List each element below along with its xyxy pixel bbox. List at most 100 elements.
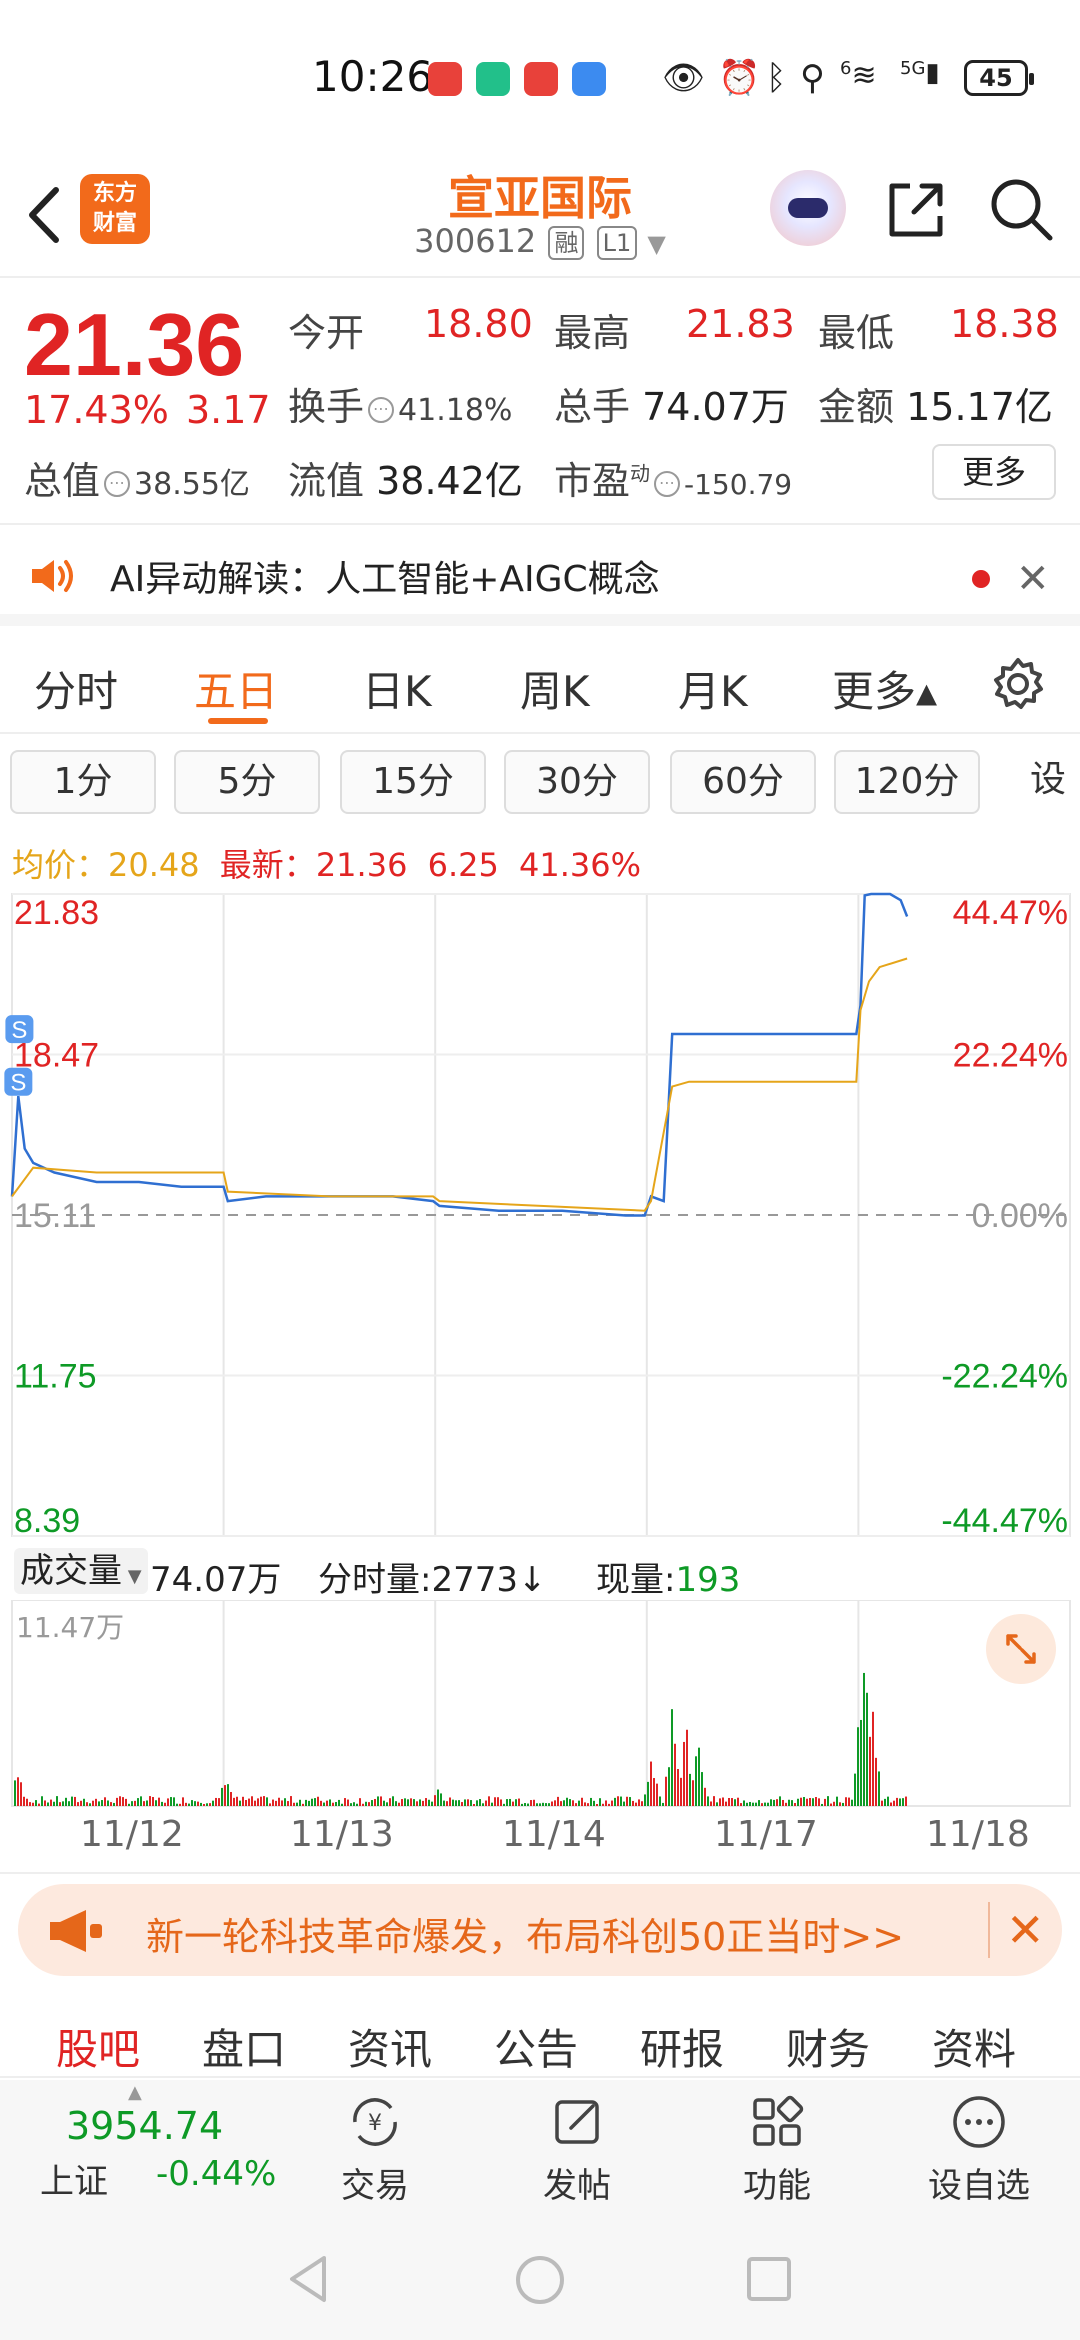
tab-weekly-k[interactable]: 周K <box>520 658 590 719</box>
huawei-notification-icon <box>428 62 462 96</box>
add-watchlist-button[interactable]: 设自选 <box>904 2086 1054 2207</box>
volume-bar <box>680 1777 682 1806</box>
volume-bar <box>206 1803 208 1806</box>
share-icon[interactable] <box>884 178 948 242</box>
close-icon[interactable]: ✕ <box>1016 556 1050 602</box>
trade-button[interactable]: ¥ 交易 <box>300 2086 450 2207</box>
tab-order-book[interactable]: 盘口 <box>202 2016 286 2077</box>
avg-value: 20.48 <box>108 846 200 884</box>
volume-bar <box>263 1796 265 1806</box>
volume-bar <box>752 1802 754 1806</box>
active-tab-indicator <box>208 718 268 724</box>
volume-bar <box>884 1798 886 1806</box>
index-value: 3954.74 <box>66 2104 224 2148</box>
volume-bar <box>878 1771 880 1806</box>
amount-value: 15.17亿 <box>906 385 1053 429</box>
volume-bar <box>743 1800 745 1806</box>
volume-bar <box>788 1799 790 1806</box>
volume-bar <box>152 1797 154 1806</box>
price-chart[interactable]: S S 21.83 44.47% 18.47 22.24% 15.11 0.00% 11.75-… <box>0 890 1080 1540</box>
promo-banner[interactable]: 新一轮科技革命爆发，布局科创50正当时>> ✕ <box>18 1884 1062 1976</box>
search-icon[interactable] <box>988 176 1054 242</box>
date-label: 11/12 <box>80 1814 184 1855</box>
volume-bar <box>410 1798 412 1806</box>
volume-bar <box>182 1797 184 1806</box>
tab-five-day[interactable]: 五日 <box>194 658 278 719</box>
volume-bar <box>170 1797 172 1806</box>
volume-bar <box>452 1799 454 1806</box>
tab-more[interactable]: 更多▴ <box>832 658 937 719</box>
chip-120min[interactable]: 120分 <box>834 750 980 814</box>
tab-intraday[interactable]: 分时 <box>34 658 118 719</box>
volume-bar <box>557 1796 559 1806</box>
tab-research[interactable]: 研报 <box>640 2016 724 2077</box>
low-value: 18.38 <box>950 302 1059 346</box>
volume-bar <box>14 1780 16 1806</box>
volume-bar <box>725 1801 727 1806</box>
tab-profile[interactable]: 资料 <box>932 2016 1016 2077</box>
more-button[interactable]: 更多 <box>932 444 1056 500</box>
promo-text: 新一轮科技革命爆发，布局科创50正当时>> <box>146 1915 905 1959</box>
volume-bar <box>782 1799 784 1806</box>
chip-settings[interactable]: 设置 <box>1000 750 1080 814</box>
tab-finance[interactable]: 财务 <box>786 2016 870 2077</box>
y-axis-price-label: 11.75 <box>14 1358 97 1396</box>
volume-bar <box>698 1747 700 1806</box>
chip-30min[interactable]: 30分 <box>504 750 650 814</box>
volume-bar <box>515 1799 517 1806</box>
tab-monthly-k[interactable]: 月K <box>678 658 748 719</box>
volume-bar <box>740 1803 742 1806</box>
ai-assistant-icon[interactable] <box>770 170 846 246</box>
nav-recents-icon[interactable] <box>746 2256 792 2302</box>
volume-bar <box>896 1797 898 1806</box>
chip-15min[interactable]: 15分 <box>340 750 486 814</box>
volume-bar <box>38 1803 40 1806</box>
volume-bar <box>548 1803 550 1806</box>
volume-bar <box>692 1780 694 1806</box>
gear-icon[interactable] <box>990 656 1046 712</box>
nav-back-icon[interactable] <box>286 2254 330 2304</box>
functions-button[interactable]: 功能 <box>702 2086 852 2207</box>
latest-label: 最新： <box>219 846 316 884</box>
volume-bar <box>716 1802 718 1806</box>
volume-bar <box>107 1800 109 1806</box>
volume-bar <box>374 1798 376 1806</box>
volume-bar <box>92 1800 94 1806</box>
chip-1min[interactable]: 1分 <box>10 750 156 814</box>
volume-bar <box>137 1798 139 1806</box>
close-icon[interactable]: ✕ <box>988 1902 1045 1958</box>
expand-icon[interactable] <box>986 1614 1056 1684</box>
volume-indicator-select[interactable]: 成交量 ▼ <box>14 1548 148 1594</box>
tab-guba[interactable]: 股吧 <box>56 2016 140 2077</box>
volume-bar <box>503 1803 505 1806</box>
volume-bar <box>323 1802 325 1806</box>
date-label: 11/18 <box>926 1814 1030 1855</box>
volume-bar <box>803 1797 805 1806</box>
dropdown-icon: ▼ <box>122 1566 142 1587</box>
margin-tag: 融 <box>548 226 585 260</box>
volume-bar <box>146 1800 148 1806</box>
tab-news[interactable]: 资讯 <box>348 2016 432 2077</box>
volume-bar <box>785 1802 787 1806</box>
post-button[interactable]: 发帖 <box>502 2086 652 2207</box>
volume-bar <box>668 1767 670 1806</box>
low-label: 最低 <box>818 311 895 355</box>
bottom-toolbar: ▲ 3954.74 上证 -0.44% ¥ 交易 发帖 功能 设自选 <box>0 2080 1080 2212</box>
tab-daily-k[interactable]: 日K <box>362 658 432 719</box>
volume-bar <box>23 1796 25 1806</box>
volume-bar <box>407 1799 409 1806</box>
pe-label: 市盈动 ⋯ -150.79 <box>554 459 793 503</box>
ai-banner[interactable]: AI异动解读：人工智能+AIGC概念 ✕ <box>0 526 1080 626</box>
volume-bar <box>221 1787 223 1806</box>
nav-home-icon[interactable] <box>514 2254 566 2306</box>
chip-5min[interactable]: 5分 <box>174 750 320 814</box>
volume-bar <box>266 1797 268 1806</box>
tab-announcements[interactable]: 公告 <box>494 2016 578 2077</box>
volume-bar <box>128 1803 130 1806</box>
info-icon: ⋯ <box>104 470 131 497</box>
volume-bar <box>707 1796 709 1806</box>
volume-bar <box>905 1796 907 1806</box>
chip-60min[interactable]: 60分 <box>670 750 816 814</box>
volume-bar <box>227 1784 229 1806</box>
volume-bar <box>473 1803 475 1806</box>
